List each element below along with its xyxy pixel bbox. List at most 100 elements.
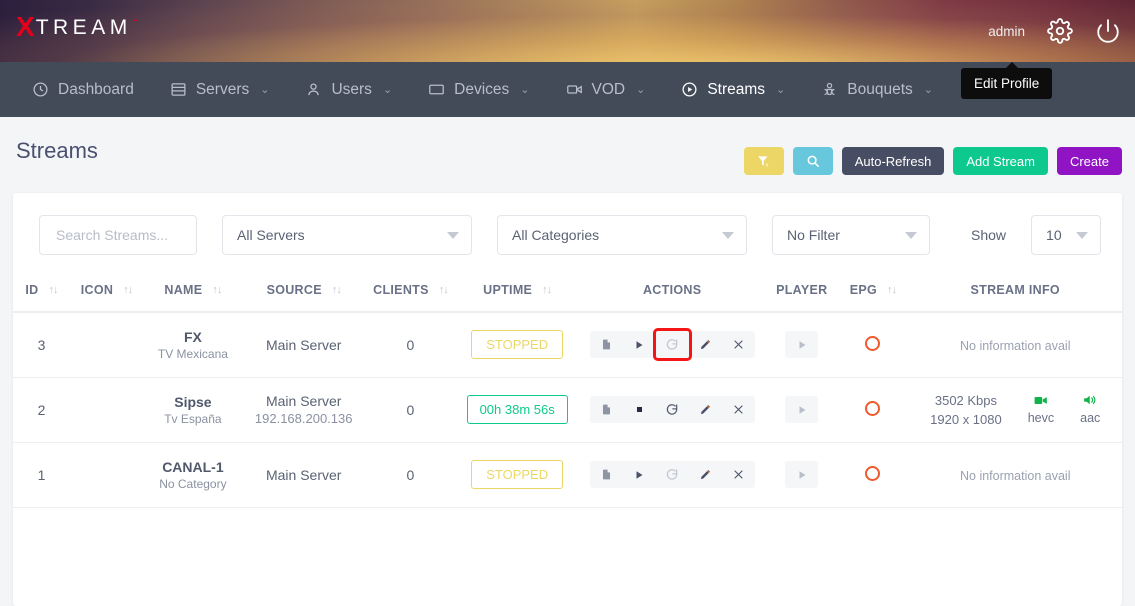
nav-item-servers[interactable]: Servers ⌄ — [152, 62, 288, 117]
th-icon[interactable]: ICON↑↓ — [70, 271, 143, 312]
epg-status-icon[interactable] — [865, 466, 880, 481]
bouquet-icon — [821, 81, 838, 98]
cell-epg — [837, 312, 908, 377]
row-resolution: 1920 x 1080 — [930, 412, 1002, 427]
th-id[interactable]: ID ↑↓ — [13, 271, 70, 312]
file-action-button[interactable] — [590, 331, 623, 358]
player-play-button[interactable] — [785, 461, 818, 488]
restart-action-button[interactable] — [656, 461, 689, 488]
chevron-down-icon: ⌄ — [636, 83, 645, 96]
cell-stream-info: No information avail — [908, 442, 1122, 507]
row-clients: 0 — [407, 337, 415, 353]
cell-clients: 0 — [365, 442, 456, 507]
sort-icon[interactable]: ↑↓ — [212, 285, 221, 296]
filter-off-icon[interactable]: x — [744, 147, 784, 175]
servers-select[interactable]: All Servers — [222, 215, 472, 255]
restart-action-button[interactable] — [656, 396, 689, 423]
cell-uptime: STOPPED — [456, 312, 578, 377]
edit-action-button[interactable] — [689, 396, 722, 423]
cell-player — [766, 442, 837, 507]
epg-status-icon[interactable] — [865, 401, 880, 416]
chevron-down-icon: ⌄ — [924, 83, 933, 96]
search-icon[interactable] — [793, 147, 833, 175]
auto-refresh-button[interactable]: Auto-Refresh — [842, 147, 945, 175]
th-player: PLAYER — [766, 271, 837, 312]
admin-username[interactable]: admin — [988, 24, 1025, 39]
sort-icon[interactable]: ↑↓ — [49, 285, 58, 296]
file-action-button[interactable] — [590, 461, 623, 488]
table-row[interactable]: 3FXTV MexicanaMain Server0STOPPEDNo info… — [13, 312, 1122, 377]
th-clients[interactable]: CLIENTS↑↓ — [365, 271, 456, 312]
create-button[interactable]: Create — [1057, 147, 1122, 175]
row-action-group — [590, 461, 755, 488]
cell-id: 1 — [13, 442, 70, 507]
nav-item-streams[interactable]: Streams ⌄ — [663, 62, 803, 117]
row-id: 2 — [38, 402, 46, 418]
file-action-button[interactable] — [590, 396, 623, 423]
row-id: 3 — [38, 337, 46, 353]
streams-card: All Servers All Categories No Filter Sho… — [13, 193, 1122, 606]
close-action-button[interactable] — [722, 331, 755, 358]
categories-select[interactable]: All Categories — [497, 215, 747, 255]
logo-superscript: UI — [133, 13, 141, 25]
sort-icon[interactable]: ↑↓ — [439, 285, 448, 296]
th-source[interactable]: SOURCE↑↓ — [243, 271, 365, 312]
sort-icon[interactable]: ↑↓ — [887, 285, 896, 296]
add-stream-button[interactable]: Add Stream — [953, 147, 1048, 175]
cell-name: CANAL-1No Category — [143, 442, 243, 507]
nav-item-devices[interactable]: Devices ⌄ — [410, 62, 547, 117]
close-action-button[interactable] — [722, 396, 755, 423]
row-stream-info-text: No information avail — [960, 469, 1070, 483]
nav-label-vod: VOD — [592, 81, 626, 99]
th-name[interactable]: NAME↑↓ — [143, 271, 243, 312]
cell-actions — [578, 442, 766, 507]
cell-source: Main Server — [243, 312, 365, 377]
xtream-logo[interactable]: X TREAM UI — [16, 13, 141, 43]
edit-profile-tooltip: Edit Profile — [961, 68, 1052, 99]
nav-item-bouquets[interactable]: Bouquets ⌄ — [803, 62, 951, 117]
search-input[interactable] — [54, 226, 182, 244]
player-play-button[interactable] — [785, 396, 818, 423]
th-label-stream-info: STREAM INFO — [971, 283, 1060, 297]
chevron-down-icon — [722, 232, 734, 239]
edit-action-button[interactable] — [689, 331, 722, 358]
th-label-id: ID — [25, 283, 38, 297]
close-action-button[interactable] — [722, 461, 755, 488]
nav-item-dashboard[interactable]: Dashboard — [14, 62, 152, 117]
page-size-select[interactable]: 10 — [1031, 215, 1101, 255]
stream-icon — [681, 81, 698, 98]
video-codec-icon — [1034, 395, 1048, 406]
cell-name: SipseTv España — [143, 377, 243, 442]
table-row[interactable]: 2SipseTv EspañaMain Server192.168.200.13… — [13, 377, 1122, 442]
search-input-wrapper[interactable] — [39, 215, 197, 255]
th-uptime[interactable]: UPTIME ↑↓ — [456, 271, 578, 312]
user-icon — [305, 81, 322, 98]
filter-select-value: No Filter — [787, 227, 840, 243]
video-icon — [566, 81, 583, 98]
tooltip-text: Edit Profile — [974, 76, 1039, 91]
nav-item-users[interactable]: Users ⌄ — [287, 62, 410, 117]
nav-item-vod[interactable]: VOD ⌄ — [548, 62, 664, 117]
th-label-uptime: UPTIME — [483, 283, 532, 297]
cell-player — [766, 312, 837, 377]
restart-action-button[interactable] — [656, 331, 689, 358]
play-action-button[interactable] — [623, 331, 656, 358]
player-play-button[interactable] — [785, 331, 818, 358]
cell-id: 3 — [13, 312, 70, 377]
logo-wordmark: TREAM — [36, 13, 132, 43]
power-icon[interactable] — [1095, 18, 1121, 44]
edit-action-button[interactable] — [689, 461, 722, 488]
epg-status-icon[interactable] — [865, 336, 880, 351]
play-action-button[interactable] — [623, 461, 656, 488]
nav-label-devices: Devices — [454, 81, 509, 99]
th-epg[interactable]: EPG↑↓ — [837, 271, 908, 312]
stop-action-button[interactable] — [623, 396, 656, 423]
gear-icon[interactable] — [1047, 18, 1073, 44]
sort-icon[interactable]: ↑↓ — [542, 285, 551, 296]
sort-icon[interactable]: ↑↓ — [123, 285, 132, 296]
table-row[interactable]: 1CANAL-1No CategoryMain Server0STOPPEDNo… — [13, 442, 1122, 507]
sort-icon[interactable]: ↑↓ — [332, 285, 341, 296]
cell-epg — [837, 377, 908, 442]
filter-select[interactable]: No Filter — [772, 215, 930, 255]
status-badge: 00h 38m 56s — [467, 395, 568, 424]
